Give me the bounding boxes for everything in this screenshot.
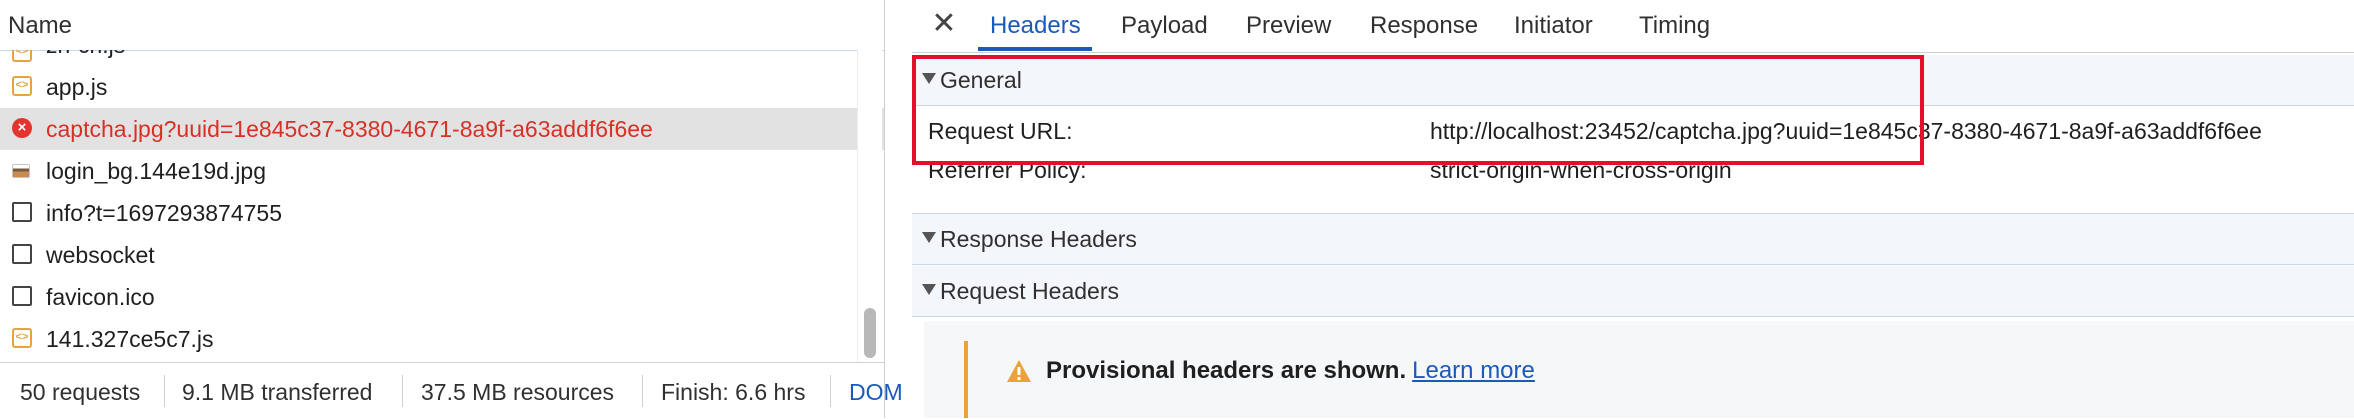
request-row[interactable]: login_bg.144e19d.jpg (0, 150, 884, 192)
expand-triangle-icon (922, 73, 936, 84)
notice-background: Provisional headers are shown. Learn more (924, 321, 2354, 418)
request-name: favicon.ico (46, 284, 155, 310)
request-row[interactable]: <> app.js (0, 66, 884, 108)
general-section-header[interactable]: General (912, 55, 2354, 106)
divider (164, 375, 165, 407)
notice-message: Provisional headers are shown. (1046, 357, 1407, 384)
notice-accent-bar (964, 341, 968, 418)
response-headers-section-header[interactable]: Response Headers (912, 213, 2354, 265)
image-file-icon (12, 164, 30, 178)
scrollbar-thumb[interactable] (864, 308, 876, 358)
general-section-title: General (940, 67, 1022, 93)
request-row-selected[interactable]: × captcha.jpg?uuid=1e845c37-8380-4671-8a… (0, 108, 884, 150)
request-name: login_bg.144e19d.jpg (46, 158, 266, 184)
tab-preview[interactable]: Preview (1246, 12, 1331, 40)
divider (830, 375, 831, 407)
tab-timing[interactable]: Timing (1639, 12, 1710, 40)
notice-text: Provisional headers are shown. Learn more (1046, 357, 1535, 385)
network-summary-bar: 50 requests 9.1 MB transferred 37.5 MB r… (0, 362, 903, 419)
request-name: zh-cn.js (46, 50, 125, 59)
network-request-list: Name <> zh-cn.js <> app.js × captcha.jpg… (0, 0, 903, 419)
request-details-panel: ✕ Headers Payload Preview Response Initi… (912, 0, 2354, 418)
document-icon (12, 286, 32, 306)
request-rows: <> zh-cn.js <> app.js × captcha.jpg?uuid… (0, 50, 884, 362)
tab-payload[interactable]: Payload (1121, 12, 1208, 40)
warning-icon (1007, 360, 1031, 382)
script-file-icon: <> (12, 328, 32, 348)
request-headers-section-header[interactable]: Request Headers (912, 266, 2354, 317)
finish-time: Finish: 6.6 hrs (661, 379, 806, 405)
request-name: 141.327ce5c7.js (46, 326, 214, 352)
expand-triangle-icon (922, 232, 936, 243)
document-icon (12, 202, 32, 222)
learn-more-link[interactable]: Learn more (1412, 357, 1535, 384)
tab-initiator[interactable]: Initiator (1514, 12, 1593, 40)
active-tab-indicator (978, 47, 1092, 51)
provisional-headers-notice: Provisional headers are shown. Learn more (912, 321, 2354, 418)
request-name: info?t=1697293874755 (46, 200, 282, 226)
request-row[interactable]: favicon.ico (0, 276, 884, 318)
tab-response[interactable]: Response (1370, 12, 1478, 40)
response-headers-title: Response Headers (940, 226, 1137, 252)
dom-content-loaded: DOM (849, 379, 903, 405)
name-column-label: Name (8, 12, 73, 39)
request-row[interactable]: <> 141.327ce5c7.js (0, 318, 884, 360)
request-name: app.js (46, 74, 108, 100)
request-url-value[interactable]: http://localhost:23452/captcha.jpg?uuid=… (1430, 118, 2262, 145)
divider (402, 375, 403, 407)
request-list-scrollbar[interactable] (857, 50, 882, 362)
document-icon (12, 244, 32, 264)
name-column-header[interactable]: Name (0, 0, 884, 51)
request-row[interactable]: <> zh-cn.js (0, 50, 884, 66)
transferred-size: 9.1 MB transferred (182, 379, 373, 405)
tab-headers[interactable]: Headers (990, 12, 1081, 40)
request-name: captcha.jpg?uuid=1e845c37-8380-4671-8a9f… (46, 116, 653, 142)
request-headers-title: Request Headers (940, 278, 1119, 304)
request-name: websocket (46, 242, 155, 268)
divider (642, 375, 643, 407)
resources-size: 37.5 MB resources (421, 379, 615, 405)
request-url-label: Request URL: (928, 118, 1073, 144)
referrer-policy-label: Referrer Policy: (928, 157, 1087, 183)
error-icon: × (12, 118, 32, 138)
close-icon[interactable]: ✕ (930, 9, 958, 39)
request-row[interactable]: websocket (0, 234, 884, 276)
referrer-policy-value[interactable]: strict-origin-when-cross-origin (1430, 157, 1732, 184)
details-tabbar: ✕ Headers Payload Preview Response Initi… (912, 0, 2354, 53)
script-file-icon: <> (12, 76, 32, 96)
request-count: 50 requests (20, 379, 141, 405)
expand-triangle-icon (922, 284, 936, 295)
script-file-icon: <> (12, 50, 32, 62)
request-row[interactable]: info?t=1697293874755 (0, 192, 884, 234)
